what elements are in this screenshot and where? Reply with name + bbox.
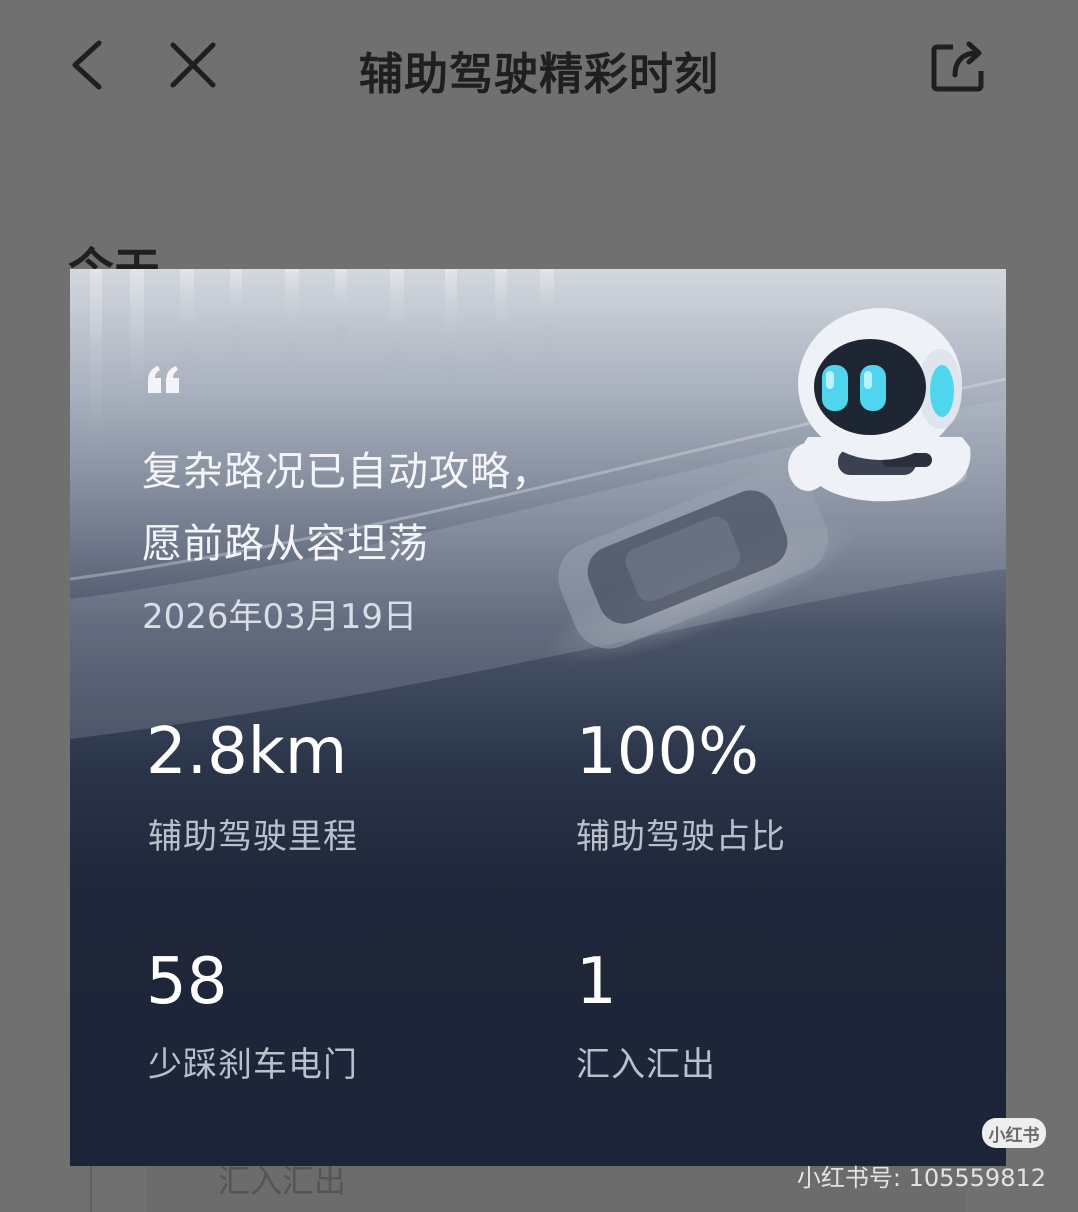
top-nav: 辅助驾驶精彩时刻 bbox=[0, 0, 1078, 140]
stat-merge-value: 1 bbox=[576, 945, 617, 1019]
quote-icon bbox=[148, 366, 179, 393]
background-heading: 今天 bbox=[68, 243, 160, 270]
stat-mileage-label: 辅助驾驶里程 bbox=[148, 817, 358, 857]
stat-pedal-value: 58 bbox=[146, 945, 228, 1019]
quote-line-2: 愿前路从容坦荡 bbox=[142, 521, 429, 567]
watermark-logo: 小红书 bbox=[982, 1118, 1046, 1148]
stat-mileage-value: 2.8km bbox=[146, 715, 348, 789]
stat-merge-label: 汇入汇出 bbox=[576, 1045, 716, 1085]
share-icon bbox=[931, 41, 984, 92]
stat-pedal-label: 少踩刹车电门 bbox=[148, 1045, 358, 1085]
page-title: 辅助驾驶精彩时刻 bbox=[359, 49, 719, 100]
stat-ratio-label: 辅助驾驶占比 bbox=[576, 817, 786, 857]
card-date: 2026年03月19日 bbox=[142, 597, 418, 637]
watermark-text: 小红书号: 105559812 bbox=[796, 1164, 1046, 1192]
robot-mascot bbox=[788, 308, 971, 502]
quote-line-1: 复杂路况已自动攻略， bbox=[142, 449, 552, 495]
share-button[interactable] bbox=[922, 30, 992, 100]
share-card: 复杂路况已自动攻略， 愿前路从容坦荡 2026年03月19日 2.8km 辅助驾… bbox=[70, 269, 1006, 1166]
stat-ratio-value: 100% bbox=[576, 715, 759, 789]
